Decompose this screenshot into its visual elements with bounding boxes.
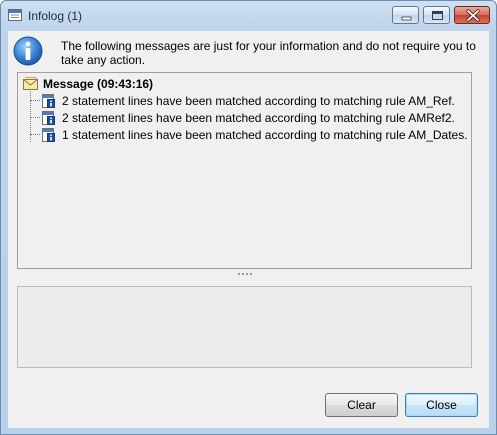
tree-branch — [30, 117, 40, 118]
infolog-window-icon — [8, 9, 22, 21]
info-icon — [13, 36, 43, 66]
splitter-handle[interactable] — [236, 273, 256, 276]
infolog-window: Infolog (1) The following messages are j… — [0, 0, 497, 435]
minimize-button[interactable] — [392, 6, 419, 24]
info-message-icon — [41, 93, 57, 109]
tree-branch — [30, 100, 40, 101]
close-button[interactable]: Close — [405, 393, 478, 417]
clear-button[interactable]: Clear — [325, 393, 398, 417]
message-text: 2 statement lines have been matched acco… — [62, 94, 455, 108]
dialog-body: The following messages are just for your… — [8, 31, 489, 428]
close-window-button[interactable] — [454, 6, 490, 24]
tree-header-label: Message (09:43:16) — [43, 77, 154, 91]
window-title: Infolog (1) — [28, 9, 83, 23]
title-bar[interactable]: Infolog (1) — [1, 1, 496, 31]
info-message-icon — [41, 127, 57, 143]
minimize-icon — [401, 16, 412, 21]
message-text: 2 statement lines have been matched acco… — [62, 111, 455, 125]
intro-message: The following messages are just for your… — [61, 39, 476, 67]
message-detail-pane — [17, 286, 472, 368]
close-icon — [466, 9, 480, 22]
maximize-button[interactable] — [423, 6, 450, 24]
tree-branch — [30, 134, 40, 135]
message-tree[interactable]: Message (09:43:16) 2 statement lines hav… — [17, 72, 472, 269]
message-text: 1 statement lines have been matched acco… — [62, 128, 468, 142]
maximize-icon — [432, 11, 443, 20]
info-message-icon — [41, 110, 57, 126]
message-envelope-icon — [23, 77, 38, 90]
